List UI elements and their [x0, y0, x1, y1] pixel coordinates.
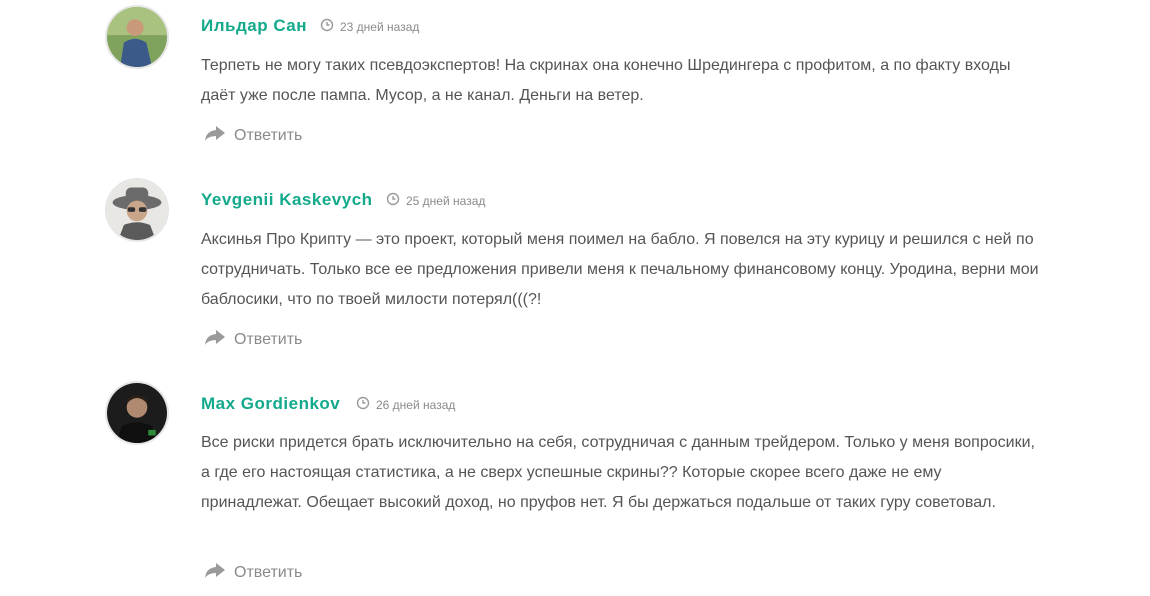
avatar[interactable] — [105, 178, 169, 242]
comment-date-text: 26 дней назад — [376, 397, 456, 412]
comment-date: 23 дней назад — [320, 18, 419, 35]
reply-button[interactable]: Ответить — [204, 328, 302, 351]
reply-arrow-icon — [204, 561, 226, 584]
comment-date: 26 дней назад — [356, 396, 455, 413]
reply-button[interactable]: Ответить — [204, 561, 302, 584]
clock-icon — [320, 18, 334, 35]
reply-button[interactable]: Ответить — [204, 124, 302, 147]
reply-label: Ответить — [234, 126, 303, 144]
comment-date-text: 25 дней назад — [406, 193, 486, 208]
reply-arrow-icon — [204, 328, 226, 351]
comment-text: Терпеть не могу таких псевдоэкспертов! Н… — [201, 57, 1011, 104]
clock-icon — [386, 192, 400, 209]
reply-arrow-icon — [204, 124, 226, 147]
comment-date: 25 дней назад — [386, 192, 485, 209]
comment-text: Аксинья Про Крипту — это проект, который… — [201, 231, 1039, 308]
clock-icon — [356, 396, 370, 413]
avatar[interactable] — [105, 5, 169, 69]
comment-date-text: 23 дней назад — [340, 19, 420, 34]
comment-author[interactable]: Yevgenii Kaskevych — [201, 190, 373, 210]
comment-text: Все риски придется брать исключительно н… — [201, 434, 1035, 511]
comment-author[interactable]: Max Gordienkov — [201, 394, 340, 414]
reply-label: Ответить — [234, 563, 303, 581]
avatar[interactable] — [105, 381, 169, 445]
comment-author[interactable]: Ильдар Сан — [201, 16, 307, 36]
reply-label: Ответить — [234, 330, 303, 348]
